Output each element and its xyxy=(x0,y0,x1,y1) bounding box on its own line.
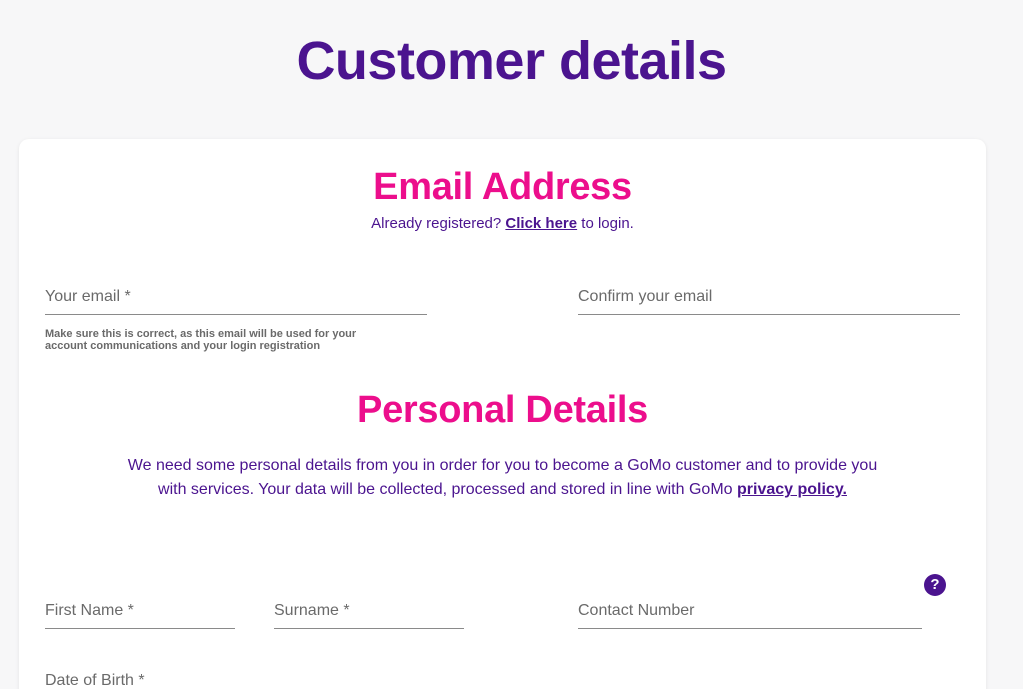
privacy-policy-link[interactable]: privacy policy. xyxy=(737,481,847,498)
page-title: Customer details xyxy=(296,31,727,91)
first-name-field[interactable]: First Name * xyxy=(45,592,235,629)
login-suffix: to login. xyxy=(581,215,634,232)
customer-details-card: Email Address Already registered? Click … xyxy=(19,139,986,689)
question-mark-icon[interactable]: ? xyxy=(924,574,946,596)
personal-section-title: Personal Details xyxy=(357,389,648,431)
email-helper-text: Make sure this is correct, as this email… xyxy=(45,328,415,352)
email-field[interactable]: Your email * xyxy=(45,278,427,315)
first-name-field-label: First Name * xyxy=(45,602,134,619)
email-section-title: Email Address xyxy=(373,166,632,208)
personal-intro: We need some personal details from you i… xyxy=(119,454,886,502)
email-helper-line1: Make sure this is correct, as this email… xyxy=(45,328,357,340)
login-link[interactable]: Click here xyxy=(505,215,577,232)
login-prefix: Already registered? xyxy=(371,215,502,232)
surname-field-label: Surname * xyxy=(274,602,350,619)
surname-field[interactable]: Surname * xyxy=(274,592,464,629)
date-of-birth-label[interactable]: Date of Birth * xyxy=(45,672,145,689)
contact-number-field-label: Contact Number xyxy=(578,602,695,619)
contact-number-field[interactable]: Contact Number xyxy=(578,592,922,629)
confirm-email-field-label: Confirm your email xyxy=(578,288,713,305)
login-prompt: Already registered? Click here to login. xyxy=(19,215,986,232)
email-field-label: Your email * xyxy=(45,288,131,305)
confirm-email-field[interactable]: Confirm your email xyxy=(578,278,960,315)
email-helper-line2: account communications and your login re… xyxy=(45,340,321,352)
